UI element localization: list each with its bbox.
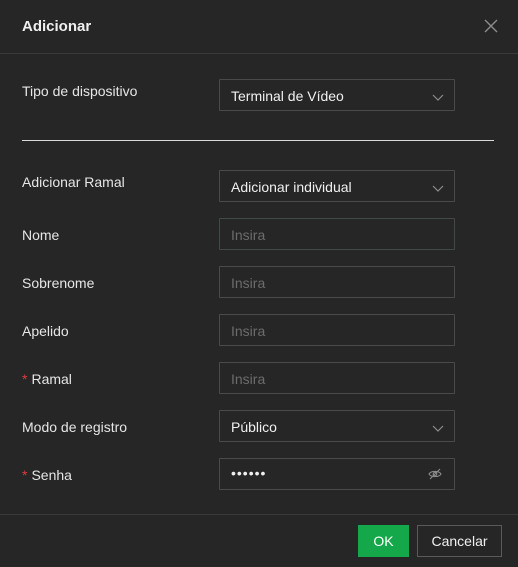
nickname-placeholder: Insira <box>231 323 266 339</box>
add-extension-label: Adicionar Ramal <box>22 174 125 190</box>
dialog-header: Adicionar <box>0 0 518 54</box>
chevron-down-icon <box>432 90 444 101</box>
chevron-down-icon <box>432 181 444 192</box>
password-input[interactable]: •••••• <box>219 458 455 490</box>
close-icon[interactable] <box>482 17 500 35</box>
extension-label: * Ramal <box>22 371 72 387</box>
device-type-label: Tipo de dispositivo <box>22 83 138 99</box>
nickname-input[interactable]: Insira <box>219 314 455 346</box>
last-name-placeholder: Insira <box>231 275 266 291</box>
extension-placeholder: Insira <box>231 371 266 387</box>
ok-button[interactable]: OK <box>358 525 409 557</box>
first-name-label: Nome <box>22 227 60 243</box>
nickname-label: Apelido <box>22 323 69 339</box>
dialog-title: Adicionar <box>22 18 92 35</box>
first-name-placeholder: Insira <box>231 227 266 243</box>
dialog-footer: OK Cancelar <box>0 514 518 567</box>
required-asterisk: * <box>22 371 28 387</box>
device-type-value: Terminal de Vídeo <box>231 88 344 104</box>
cancel-button[interactable]: Cancelar <box>417 525 502 557</box>
registration-mode-value: Público <box>231 419 277 435</box>
required-asterisk: * <box>22 467 28 483</box>
password-value: •••••• <box>231 465 267 481</box>
section-divider <box>22 140 494 141</box>
registration-mode-select[interactable]: Público <box>219 410 455 442</box>
first-name-input[interactable]: Insira <box>219 218 455 250</box>
registration-mode-label: Modo de registro <box>22 419 128 435</box>
eye-slash-icon[interactable] <box>428 467 442 481</box>
password-label-text: Senha <box>31 467 72 483</box>
add-extension-select[interactable]: Adicionar individual <box>219 170 455 202</box>
last-name-label: Sobrenome <box>22 275 95 291</box>
add-extension-value: Adicionar individual <box>231 179 352 195</box>
device-type-select[interactable]: Terminal de Vídeo <box>219 79 455 111</box>
chevron-down-icon <box>432 421 444 432</box>
password-label: * Senha <box>22 467 72 483</box>
extension-label-text: Ramal <box>31 371 72 387</box>
add-dialog: Adicionar Tipo de dispositivo Terminal d… <box>0 0 518 567</box>
last-name-input[interactable]: Insira <box>219 266 455 298</box>
extension-input[interactable]: Insira <box>219 362 455 394</box>
